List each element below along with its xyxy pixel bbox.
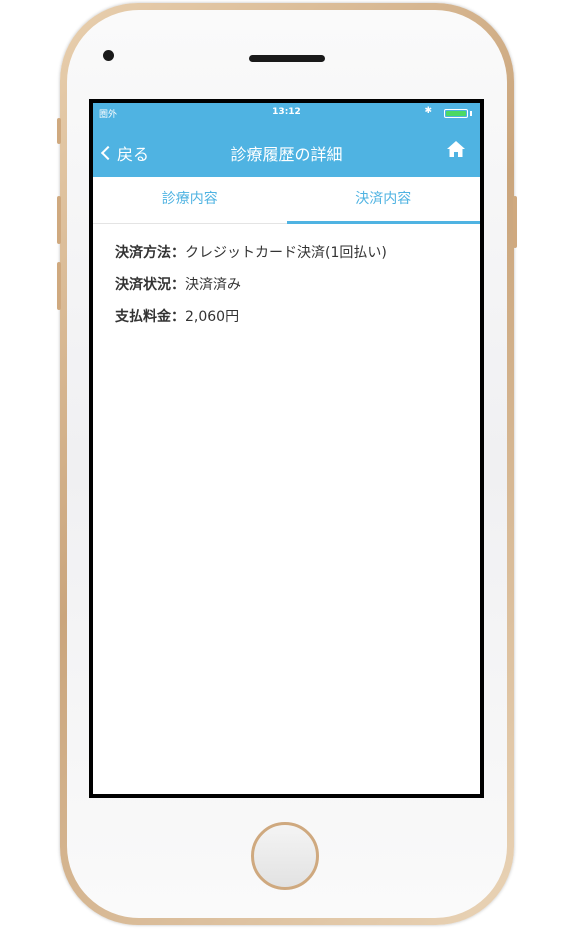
earpiece-speaker: [249, 55, 325, 62]
home-icon[interactable]: [446, 140, 466, 158]
volume-up-button: [57, 196, 61, 244]
payment-status-row: 決済状況：決済済み: [115, 274, 480, 294]
battery-level: [446, 111, 466, 116]
power-button: [513, 196, 517, 248]
page-title: 診療履歴の詳細: [230, 145, 343, 164]
tab-medical-content[interactable]: 診療内容: [93, 177, 287, 223]
payment-status-label: 決済状況：: [115, 277, 185, 293]
clock: 13:12: [272, 107, 301, 117]
home-button[interactable]: [251, 822, 319, 890]
tab-payment-content[interactable]: 決済内容: [286, 177, 481, 224]
phone-screen: 圏外 13:12 ✱ 戻る 診療履歴の詳細 診療内容 決済内容 決済方法：クレジ…: [89, 99, 484, 798]
front-camera: [103, 50, 114, 61]
tab-label: 決済内容: [355, 191, 412, 207]
battery-icon: [444, 109, 468, 118]
payment-details: 決済方法：クレジットカード決済(1回払い) 決済状況：決済済み 支払料金：2,0…: [93, 224, 480, 326]
tab-bar: 診療内容 決済内容: [93, 177, 480, 224]
status-bar: 圏外 13:12 ✱: [93, 103, 480, 123]
battery-tip: [470, 111, 472, 116]
payment-amount-row: 支払料金：2,060円: [115, 306, 480, 326]
payment-method-label: 決済方法：: [115, 245, 185, 261]
volume-down-button: [57, 262, 61, 310]
bluetooth-icon: ✱: [424, 106, 432, 116]
payment-status-value: 決済済み: [185, 277, 241, 293]
payment-amount-value: 2,060円: [185, 309, 240, 325]
payment-method-value: クレジットカード決済(1回払い): [185, 245, 387, 261]
navigation-bar: 戻る 診療履歴の詳細: [93, 123, 480, 177]
payment-amount-label: 支払料金：: [115, 309, 185, 325]
tab-label: 診療内容: [161, 191, 218, 207]
app-screen: 圏外 13:12 ✱ 戻る 診療履歴の詳細 診療内容 決済内容 決済方法：クレジ…: [93, 103, 480, 794]
mute-switch: [57, 118, 61, 144]
payment-method-row: 決済方法：クレジットカード決済(1回払い): [115, 242, 480, 262]
